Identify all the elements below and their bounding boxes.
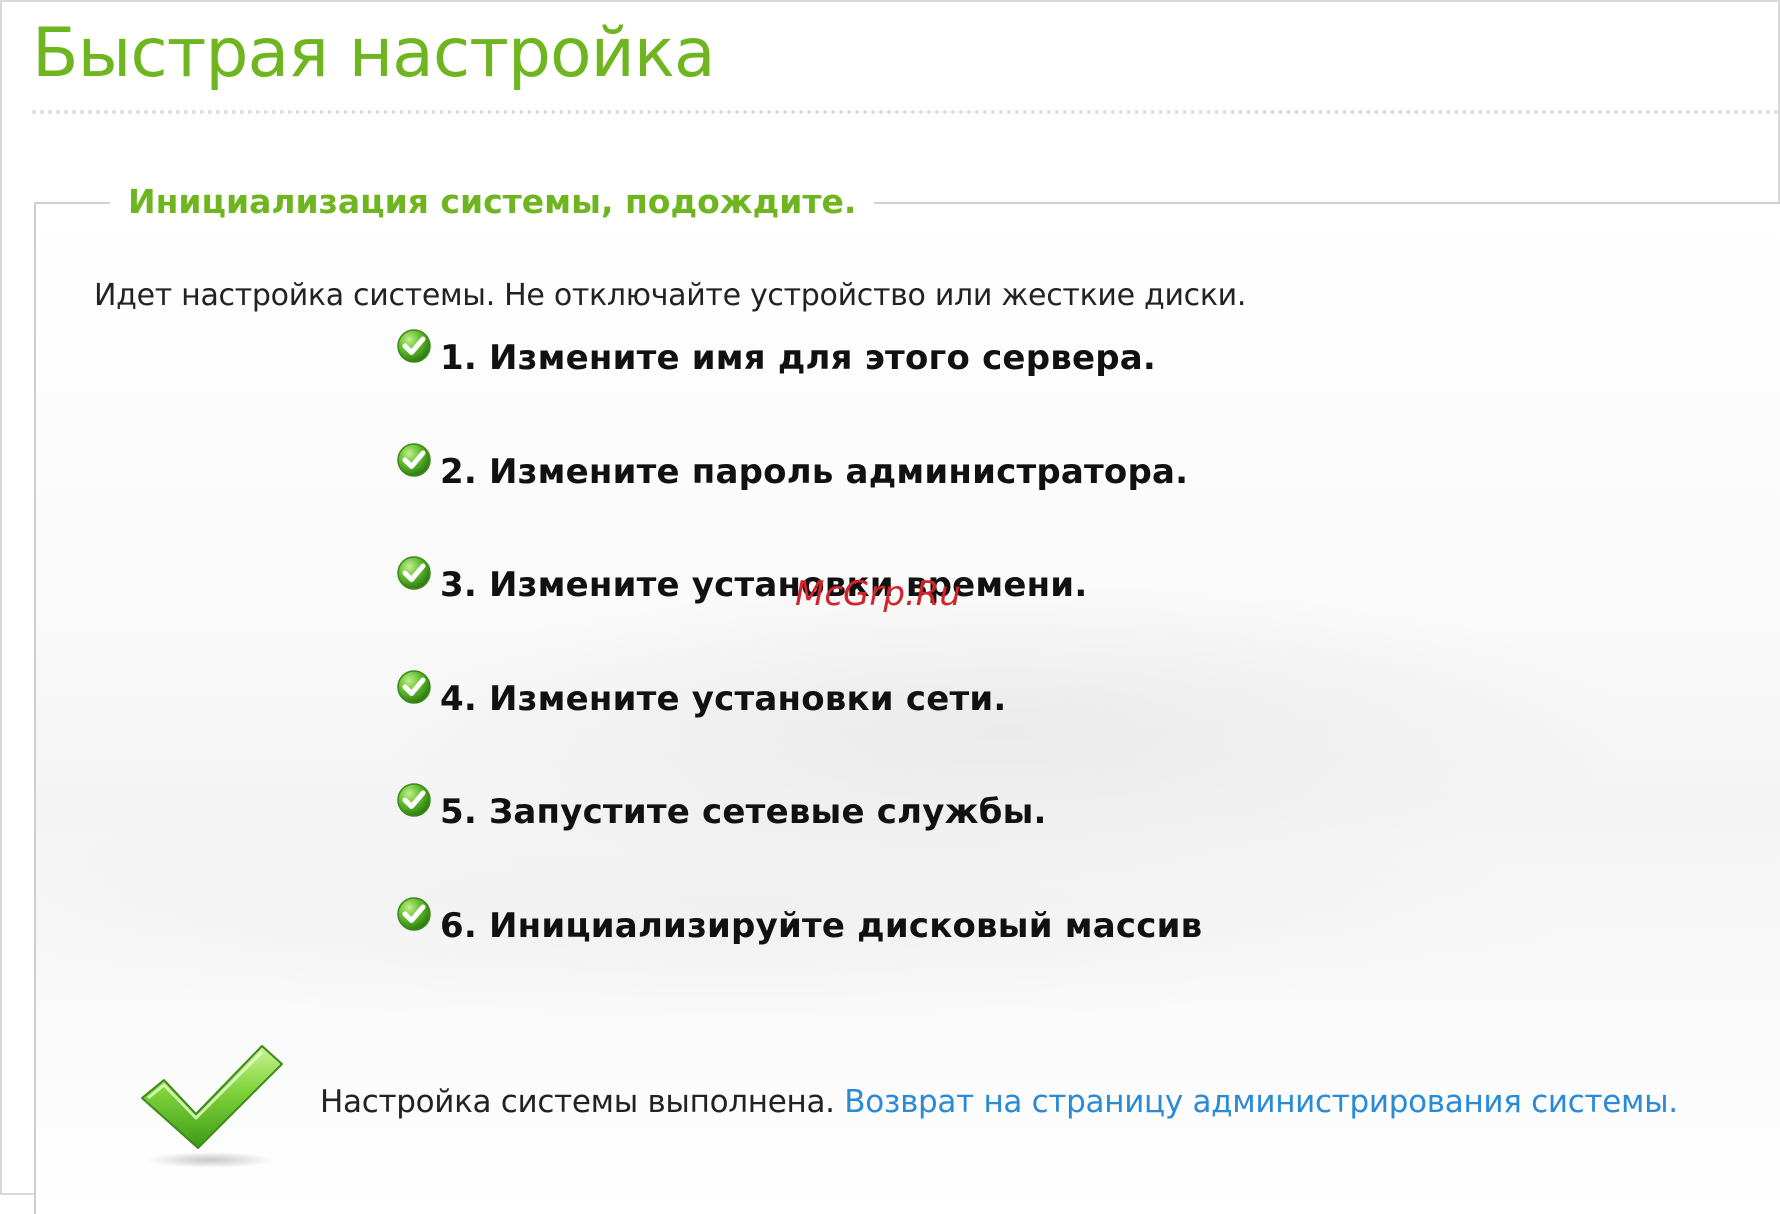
step-label: 2. Измените пароль администратора. bbox=[440, 451, 1189, 492]
step-label: 4. Измените установки сети. bbox=[440, 678, 1007, 719]
check-circle-icon bbox=[397, 783, 431, 817]
completion-row: Настройка системы выполнена. Возврат на … bbox=[138, 1040, 1758, 1170]
completion-status: Настройка системы выполнена. bbox=[320, 1084, 845, 1120]
check-circle-icon bbox=[397, 556, 431, 590]
check-circle-icon bbox=[397, 896, 431, 931]
step-label: 1. Измените имя для этого сервера. bbox=[440, 338, 1157, 378]
step-label: 3. Измените установки времени. bbox=[440, 565, 1088, 605]
check-circle-icon bbox=[397, 442, 431, 477]
page-title: Быстрая настройка bbox=[32, 14, 716, 93]
title-divider bbox=[32, 110, 1780, 114]
check-circle-icon bbox=[397, 329, 431, 363]
large-checkmark-icon bbox=[141, 1045, 283, 1168]
panel-legend: Инициализация системы, подождите. bbox=[110, 180, 875, 224]
step-label: 5. Запустите сетевые службы. bbox=[440, 792, 1047, 832]
completion-message: Настройка системы выполнена. Возврат на … bbox=[320, 1084, 1678, 1120]
check-circle-icon bbox=[397, 669, 431, 704]
watermark-text: McGrp.Ru bbox=[795, 574, 961, 614]
step-label: 6. Инициализируйте дисковый массив bbox=[440, 905, 1203, 946]
intro-message: Идет настройка системы. Не отключайте ус… bbox=[94, 278, 1247, 313]
return-to-admin-link[interactable]: Возврат на страницу администрирования си… bbox=[844, 1084, 1678, 1120]
